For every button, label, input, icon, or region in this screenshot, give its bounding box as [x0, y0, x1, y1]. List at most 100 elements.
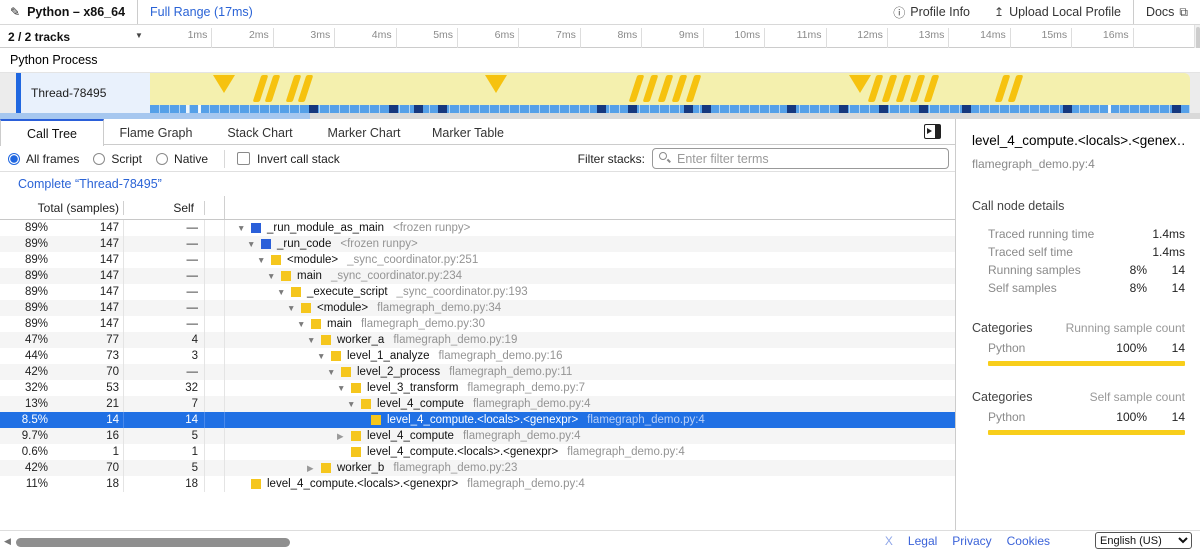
docs-link[interactable]: Docs ⧉ [1133, 0, 1200, 24]
horizontal-scrollbar-thumb[interactable] [16, 538, 290, 547]
call-tree-row[interactable]: 47%774▼worker_aflamegraph_demo.py:19 [0, 332, 955, 348]
call-tree-row[interactable]: 13%217▼level_4_computeflamegraph_demo.py… [0, 396, 955, 412]
call-tree-row[interactable]: 11%1818level_4_compute.<locals>.<genexpr… [0, 476, 955, 492]
call-tree-row[interactable]: 89%147—▼<module>flamegraph_demo.py:34 [0, 300, 955, 316]
expand-open-icon[interactable]: ▼ [337, 383, 351, 393]
cpu-dark-segment [309, 105, 318, 113]
radio-all-frames[interactable]: All frames [8, 152, 79, 166]
radio-off-icon [156, 153, 168, 165]
categories-heading-row: CategoriesSelf sample count [972, 390, 1185, 404]
function-name: level_4_compute.<locals>.<genexpr> [387, 414, 578, 426]
call-tree-row[interactable]: 32%5332▼level_3_transformflamegraph_demo… [0, 380, 955, 396]
tick-line [703, 28, 704, 48]
footer-link-privacy[interactable]: Privacy [952, 534, 991, 548]
footer-link-cookies[interactable]: Cookies [1007, 534, 1050, 548]
python-frame-icon [341, 367, 351, 377]
cpu-dark-segment [962, 105, 971, 113]
expand-open-icon[interactable]: ▼ [257, 255, 271, 265]
sample-strip[interactable] [150, 105, 1190, 113]
sidebar-details: Traced running time1.4msTraced self time… [972, 225, 1185, 297]
expand-open-icon[interactable]: ▼ [307, 335, 321, 345]
call-tree-row[interactable]: 44%733▼level_1_analyzeflamegraph_demo.py… [0, 348, 955, 364]
category-row: Python100%14 [972, 408, 1185, 426]
footer-link-legal[interactable]: Legal [908, 534, 937, 548]
thread-activity-graph[interactable] [150, 73, 1190, 113]
tracks-dropdown[interactable]: 2 / 2 tracks [8, 25, 70, 48]
row-self-samples: — [124, 284, 205, 300]
call-tree-row[interactable]: 0.6%11level_4_compute.<locals>.<genexpr>… [0, 444, 955, 460]
process-track-header[interactable]: Python Process [0, 48, 1200, 73]
tab-call-tree[interactable]: Call Tree [0, 119, 104, 146]
marker-triangle-icon [849, 75, 871, 93]
edit-profile-name-icon[interactable]: ✎ [10, 5, 20, 19]
row-self-samples: — [124, 300, 205, 316]
invert-call-stack-checkbox[interactable]: Invert call stack [237, 152, 340, 166]
row-total-percent: 89% [0, 286, 48, 298]
call-tree-row[interactable]: 89%147—▼main_sync_coordinator.py:234 [0, 268, 955, 284]
expand-open-icon[interactable]: ▼ [327, 367, 341, 377]
scroll-left-icon[interactable]: ◀ [4, 536, 11, 547]
full-range-button[interactable]: Full Range (17ms) [137, 0, 265, 24]
function-origin: flamegraph_demo.py:34 [377, 302, 501, 314]
tab-marker-chart[interactable]: Marker Chart [312, 119, 416, 145]
column-self-header[interactable]: Self [124, 201, 205, 215]
thread-track-label[interactable]: Thread-78495 [21, 73, 150, 113]
profile-info-button[interactable]: ⓘ Profile Info [881, 0, 982, 24]
expand-open-icon[interactable]: ▼ [297, 319, 311, 329]
expand-open-icon[interactable]: ▼ [287, 303, 301, 313]
marker-slash-icon [629, 75, 645, 102]
footer-link-x[interactable]: X [885, 534, 893, 548]
expand-open-icon[interactable]: ▼ [277, 287, 291, 297]
radio-native-label: Native [174, 152, 208, 166]
function-name: worker_b [337, 462, 384, 474]
filter-stacks-input[interactable] [652, 148, 949, 169]
profile-name[interactable]: Python – x86_64 [27, 5, 137, 19]
tick-line [826, 28, 827, 48]
call-tree-row[interactable]: 42%705▶worker_bflamegraph_demo.py:23 [0, 460, 955, 476]
row-total-percent: 32% [0, 382, 48, 394]
time-tick-label: 8ms [585, 29, 637, 44]
call-tree-row[interactable]: 89%147—▼_execute_script_sync_coordinator… [0, 284, 955, 300]
breadcrumb-range-label[interactable]: Complete “Thread-78495” [18, 177, 162, 191]
function-origin: flamegraph_demo.py:30 [361, 318, 485, 330]
radio-script[interactable]: Script [93, 152, 142, 166]
expand-closed-icon[interactable]: ▶ [307, 463, 321, 474]
row-total-percent: 47% [0, 334, 48, 346]
tick-line [948, 28, 949, 48]
category-value: 14 [1147, 410, 1185, 424]
call-tree-row[interactable]: 89%147—▼_run_code<frozen runpy> [0, 236, 955, 252]
radio-native[interactable]: Native [156, 152, 208, 166]
column-total-header[interactable]: Total (samples) [0, 201, 124, 215]
call-tree-row[interactable]: 9.7%165▶level_4_computeflamegraph_demo.p… [0, 428, 955, 444]
call-tree-row[interactable]: 89%147—▼_run_module_as_main<frozen runpy… [0, 220, 955, 236]
upload-profile-button[interactable]: ↥ Upload Local Profile [982, 0, 1133, 24]
cpu-dark-segment [839, 105, 848, 113]
breadcrumb[interactable]: Complete “Thread-78495” [0, 172, 955, 196]
tab-flame-graph[interactable]: Flame Graph [104, 119, 208, 145]
thread-name: Thread-78495 [31, 86, 106, 100]
call-tree-row[interactable]: 89%147—▼<module>_sync_coordinator.py:251 [0, 252, 955, 268]
language-select[interactable]: English (US) [1095, 532, 1192, 549]
call-tree-row[interactable]: 42%70—▼level_2_processflamegraph_demo.py… [0, 364, 955, 380]
expand-open-icon[interactable]: ▼ [247, 239, 261, 249]
row-total-samples: 147 [48, 222, 123, 234]
time-tick-label: 15ms [1015, 29, 1067, 44]
sidebar-detail-row: Running samples8%14 [972, 261, 1185, 279]
call-tree-row[interactable]: 89%147—▼mainflamegraph_demo.py:30 [0, 316, 955, 332]
call-tree-row[interactable]: 8.5%1414level_4_compute.<locals>.<genexp… [0, 412, 955, 428]
row-self-samples: 1 [124, 444, 205, 460]
thread-track[interactable]: Thread-78495 [0, 73, 1200, 113]
tab-marker-table[interactable]: Marker Table [416, 119, 520, 145]
expand-open-icon[interactable]: ▼ [237, 223, 251, 233]
process-track-label: Python Process [10, 53, 98, 67]
expand-open-icon[interactable]: ▼ [317, 351, 331, 361]
categories-count-label: Self sample count [1090, 390, 1185, 404]
tab-stack-chart[interactable]: Stack Chart [208, 119, 312, 145]
row-self-samples: 14 [124, 412, 205, 428]
expand-open-icon[interactable]: ▼ [267, 271, 281, 281]
detail-label: Traced running time [988, 227, 1109, 241]
sidebar-detail-row: Self samples8%14 [972, 279, 1185, 297]
expand-open-icon[interactable]: ▼ [347, 399, 361, 409]
expand-closed-icon[interactable]: ▶ [337, 431, 351, 442]
sidebar-toggle-button[interactable] [924, 124, 941, 139]
